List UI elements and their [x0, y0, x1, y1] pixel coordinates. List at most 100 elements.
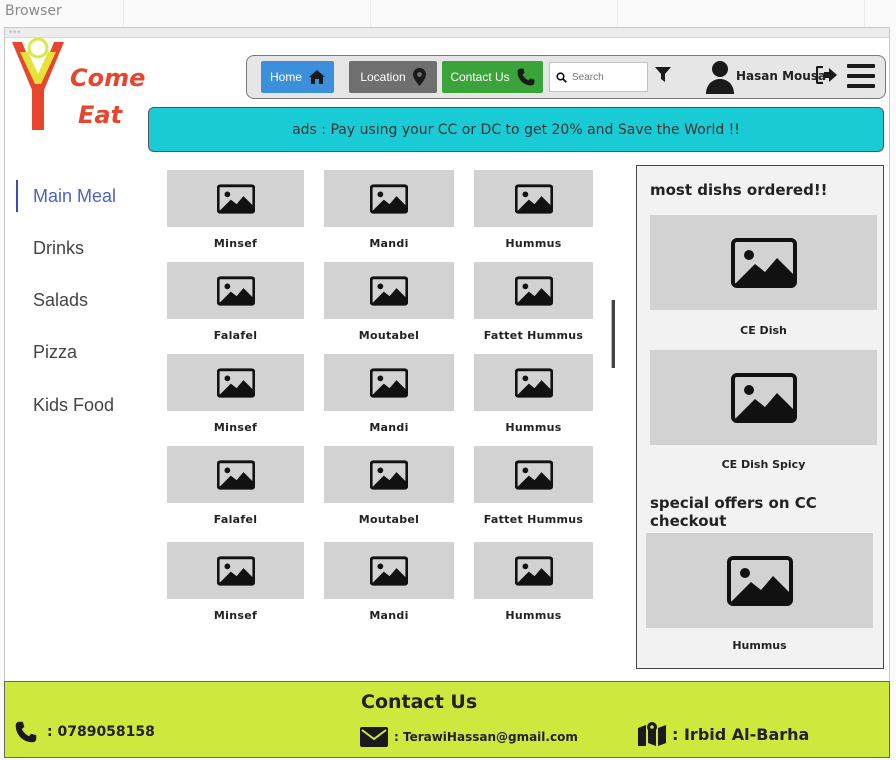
image-placeholder-icon	[216, 275, 255, 306]
location-button-label: Location	[360, 70, 406, 84]
search-icon	[556, 71, 567, 83]
top-navbar: Home Location Contact Us Hasan Mousa	[246, 55, 886, 99]
dish-tile[interactable]	[474, 262, 593, 319]
most-ordered-dish-1-caption: CE Dish	[740, 324, 787, 337]
dish-tile-label: Mandi	[369, 421, 409, 434]
dish-tile-label: Minsef	[213, 421, 258, 434]
map-pin-icon	[412, 68, 426, 86]
logo-mark-icon	[12, 38, 64, 130]
dish-tile[interactable]	[324, 446, 454, 503]
right-panel: most dishs ordered!! CE Dish CE Dish Spi…	[636, 165, 884, 669]
logo[interactable]: Come Eat	[8, 38, 148, 138]
image-placeholder-icon	[216, 459, 255, 490]
special-offer-dish-1[interactable]	[646, 533, 873, 628]
window-top-bar: •••	[5, 28, 889, 38]
window-dots-icon: •••	[9, 27, 22, 37]
special-offer-dish-1-caption: Hummus	[732, 639, 787, 652]
search-field[interactable]	[549, 62, 648, 92]
logo-text-eat: Eat	[78, 101, 123, 129]
most-ordered-dish-2-caption: CE Dish Spicy	[721, 458, 806, 471]
dish-tile-label: Minsef	[213, 237, 258, 250]
image-placeholder-icon	[730, 237, 797, 288]
home-button[interactable]: Home	[261, 61, 334, 93]
footer-address[interactable]: : Irbid Al-Barha	[638, 722, 809, 746]
image-placeholder-icon	[730, 372, 797, 423]
dish-tile[interactable]	[474, 354, 593, 411]
dish-tile-label: Minsef	[213, 609, 258, 622]
sidebar-item-pizza[interactable]: Pizza	[33, 342, 77, 363]
dish-tile[interactable]	[474, 170, 593, 227]
dish-tile[interactable]	[474, 446, 593, 503]
hamburger-menu-icon[interactable]	[847, 64, 875, 88]
home-button-label: Home	[269, 70, 302, 84]
dish-tile-label: Hummus	[505, 421, 562, 434]
dish-tile[interactable]	[324, 262, 454, 319]
dish-tile[interactable]	[167, 170, 304, 227]
browser-title: Browser	[5, 3, 62, 19]
envelope-icon	[360, 727, 388, 747]
dish-tile[interactable]	[324, 170, 454, 227]
logo-text-come: Come	[70, 64, 146, 92]
logout-icon[interactable]	[816, 66, 838, 84]
footer-contact: Contact Us : 0789058158 : TerawiHassan@g…	[4, 681, 890, 758]
home-icon	[309, 70, 325, 84]
sidebar-item-kids-food[interactable]: Kids Food	[33, 395, 114, 416]
user-name: Hasan Mousa	[736, 69, 827, 83]
dish-tile-label: Fattet Hummus	[483, 329, 584, 342]
sidebar-item-main-meal[interactable]: Main Meal	[33, 186, 116, 207]
dish-tile[interactable]	[167, 262, 304, 319]
dish-tile[interactable]	[167, 446, 304, 503]
dish-tile-label: Hummus	[505, 609, 562, 622]
dish-tile-label: Moutabel	[358, 513, 420, 526]
image-placeholder-icon	[514, 275, 553, 306]
image-placeholder-icon	[370, 367, 408, 398]
filter-icon[interactable]	[655, 67, 671, 83]
image-placeholder-icon	[726, 555, 793, 606]
footer-address-text: : Irbid Al-Barha	[672, 724, 810, 744]
ads-text: ads : Pay using your CC or DC to get 20%…	[292, 121, 740, 138]
image-placeholder-icon	[216, 555, 255, 586]
contact-us-button-label: Contact Us	[450, 70, 510, 84]
dish-tile[interactable]	[474, 542, 593, 599]
footer-phone-number: : 0789058158	[47, 724, 155, 740]
most-ordered-heading: most dishs ordered!!	[650, 181, 828, 199]
footer-phone[interactable]: : 0789058158	[15, 721, 155, 743]
dish-tile-label: Moutabel	[358, 329, 420, 342]
image-placeholder-icon	[370, 183, 408, 214]
dish-tile-label: Falafel	[213, 513, 258, 526]
dish-tile-label: Fattet Hummus	[483, 513, 584, 526]
browser-titlebar: Browser	[0, 0, 896, 24]
phone-icon	[517, 68, 535, 86]
image-placeholder-icon	[514, 555, 553, 586]
grid-scrollbar[interactable]	[612, 300, 615, 368]
dish-tile[interactable]	[324, 542, 454, 599]
ads-banner[interactable]: ads : Pay using your CC or DC to get 20%…	[148, 107, 884, 152]
location-button[interactable]: Location	[349, 61, 437, 93]
image-placeholder-icon	[370, 459, 408, 490]
sidebar-item-salads[interactable]: Salads	[33, 290, 88, 311]
footer-email[interactable]: : TerawiHassan@gmail.com	[360, 727, 578, 747]
map-icon	[638, 722, 666, 746]
sidebar-item-drinks[interactable]: Drinks	[33, 238, 84, 259]
image-placeholder-icon	[514, 183, 553, 214]
most-ordered-dish-2[interactable]	[650, 350, 877, 445]
user-avatar-icon[interactable]	[705, 60, 735, 94]
image-placeholder-icon	[216, 367, 255, 398]
dish-tile-label: Mandi	[369, 237, 409, 250]
dish-tile[interactable]	[167, 542, 304, 599]
sidebar-active-indicator	[16, 180, 18, 212]
phone-icon	[15, 721, 37, 743]
most-ordered-dish-1[interactable]	[650, 215, 877, 310]
special-offers-heading: special offers on CC checkout	[650, 494, 817, 530]
dish-tile-label: Mandi	[369, 609, 409, 622]
image-placeholder-icon	[514, 367, 553, 398]
search-input[interactable]	[572, 71, 638, 83]
dish-tile[interactable]	[324, 354, 454, 411]
dish-tile[interactable]	[167, 354, 304, 411]
image-placeholder-icon	[370, 275, 408, 306]
dish-tile-label: Hummus	[505, 237, 562, 250]
footer-title: Contact Us	[361, 691, 478, 713]
image-placeholder-icon	[370, 555, 408, 586]
contact-us-button[interactable]: Contact Us	[442, 61, 543, 93]
dish-tile-label: Falafel	[213, 329, 258, 342]
